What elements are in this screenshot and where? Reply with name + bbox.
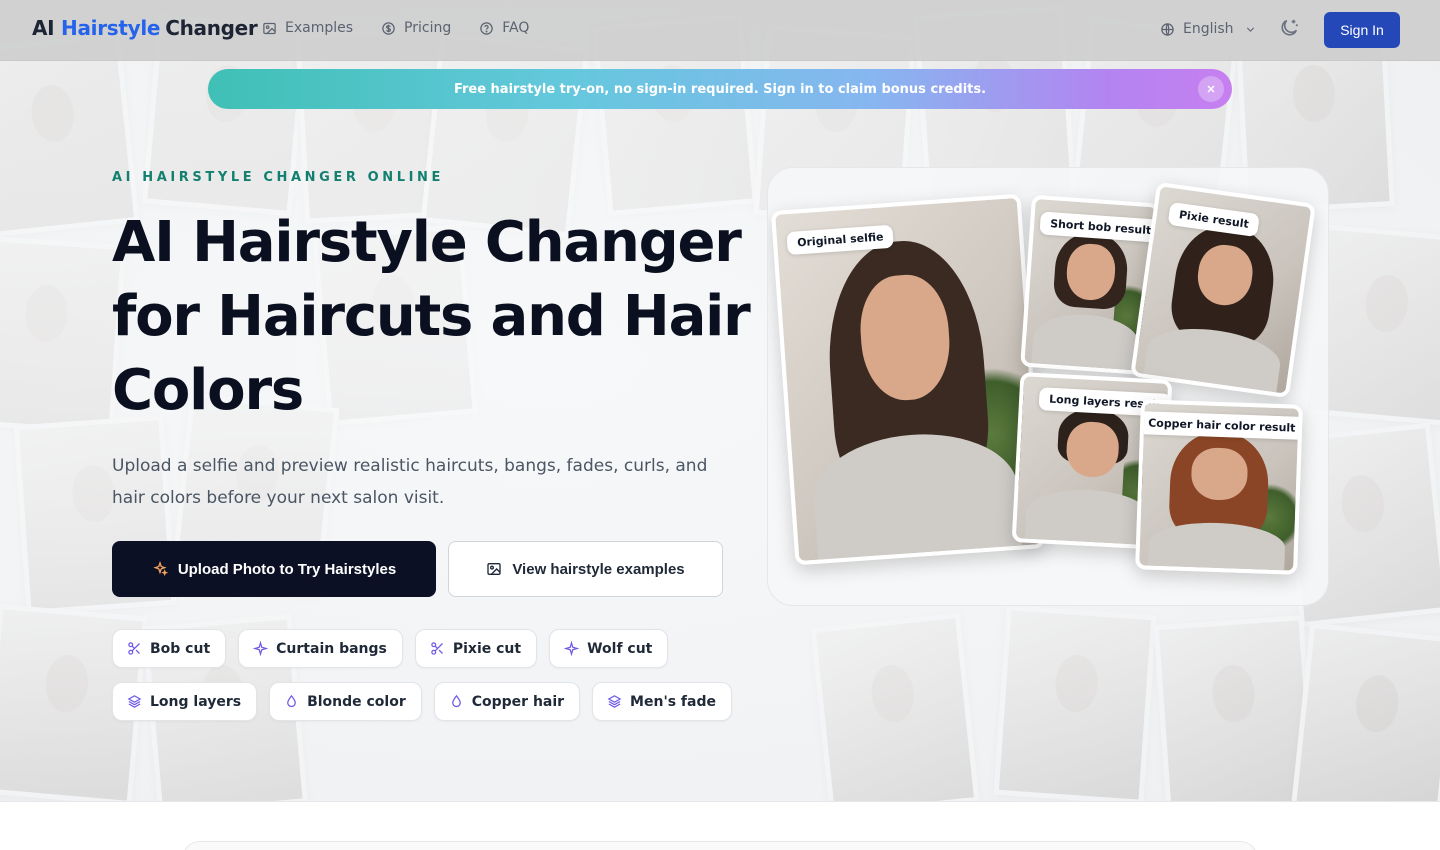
nav-examples[interactable]: Examples [262, 20, 353, 36]
image-icon [263, 22, 276, 34]
chip-label: Wolf cut [587, 640, 653, 657]
logo-accent: Hairstyle [61, 16, 161, 40]
globe-icon [1161, 22, 1174, 36]
layers-icon [127, 695, 142, 708]
page-title: AI Hairstyle Changer for Haircuts and Ha… [112, 206, 752, 428]
sparkle-icon [564, 641, 580, 656]
chip-label: Curtain bangs [276, 640, 387, 657]
section-divider [0, 801, 1440, 802]
chip-copper-hair[interactable]: Copper hair [433, 682, 581, 721]
chip-label: Bob cut [150, 640, 211, 657]
view-examples-button-label: View hairstyle examples [512, 560, 685, 578]
chip-long-layers[interactable]: Long layers [112, 682, 258, 721]
chip-wolf-cut[interactable]: Wolf cut [549, 629, 669, 668]
theme-toggle-button[interactable] [1278, 17, 1304, 43]
copper-hair-photo: Copper hair color result [1135, 399, 1303, 575]
main-nav: Examples Pricing FAQ [262, 20, 529, 36]
chip-label: Pixie cut [452, 640, 522, 657]
chip-blonde-color[interactable]: Blonde color [269, 682, 422, 721]
banner-close-button[interactable] [1198, 76, 1224, 102]
moon-stars-icon [1281, 19, 1298, 36]
chip-pixie-cut[interactable]: Pixie cut [414, 629, 538, 668]
original-selfie-photo: Original selfie [770, 193, 1046, 566]
droplet-icon [287, 694, 296, 708]
dollar-circle-icon [382, 21, 395, 35]
sign-in-button[interactable]: Sign In [1324, 12, 1400, 48]
hero-subtitle: Upload a selfie and preview realistic ha… [112, 456, 708, 508]
chip-mens-fade[interactable]: Men's fade [592, 682, 732, 721]
chip-curtain-bangs[interactable]: Curtain bangs [238, 629, 403, 668]
chip-label: Long layers [150, 693, 242, 710]
sparkle-icon [253, 641, 269, 656]
nav-faq[interactable]: FAQ [479, 20, 529, 36]
promo-banner: Free hairstyle try-on, no sign-in requir… [208, 69, 1232, 109]
next-section-card [182, 841, 1258, 850]
sparkle-icon [153, 561, 168, 577]
upload-photo-button[interactable]: Upload Photo to Try Hairstyles [112, 541, 436, 597]
title-line-2: for Haircuts and Hair [112, 284, 751, 349]
chip-row: Long layers Blonde color Copper hair Men… [112, 682, 732, 721]
top-navigation-bar: AI Hairstyle Changer Examples Pricing FAQ… [0, 0, 1440, 61]
scissors-icon [431, 642, 443, 655]
title-line-1: AI Hairstyle Changer [112, 210, 742, 275]
logo-suffix: Changer [165, 16, 258, 40]
promo-banner-text: Free hairstyle try-on, no sign-in requir… [453, 81, 987, 97]
image-icon [487, 563, 501, 575]
hairstyle-chips: Bob cut Curtain bangs Pixie cut Wolf cut… [112, 629, 732, 735]
droplet-icon [451, 694, 461, 708]
site-logo[interactable]: AI Hairstyle Changer [32, 16, 258, 40]
chip-label: Copper hair [471, 693, 565, 710]
chevron-down-icon [1246, 26, 1254, 32]
language-selector[interactable]: English [1150, 10, 1262, 48]
pixie-photo: Pixie result [1130, 181, 1316, 399]
upload-photo-button-label: Upload Photo to Try Hairstyles [177, 560, 397, 578]
close-icon [1207, 85, 1215, 93]
before-after-preview: Original selfie Short bob result Pixie r… [767, 167, 1329, 606]
chip-label: Men's fade [630, 693, 716, 710]
language-label: English [1183, 21, 1234, 37]
help-circle-icon [480, 21, 493, 35]
nav-examples-label: Examples [285, 20, 354, 36]
hero-eyebrow: AI HAIRSTYLE CHANGER ONLINE [112, 170, 445, 185]
view-examples-button[interactable]: View hairstyle examples [448, 541, 723, 597]
title-line-3: Colors [112, 358, 304, 423]
layers-icon [607, 695, 622, 708]
logo-prefix: AI [32, 16, 55, 40]
nav-pricing-label: Pricing [404, 20, 452, 36]
chip-row: Bob cut Curtain bangs Pixie cut Wolf cut [112, 629, 732, 668]
scissors-icon [128, 642, 140, 655]
chip-bob-cut[interactable]: Bob cut [112, 629, 227, 668]
nav-faq-label: FAQ [502, 20, 530, 36]
nav-pricing[interactable]: Pricing [381, 20, 451, 36]
chip-label: Blonde color [307, 693, 406, 710]
